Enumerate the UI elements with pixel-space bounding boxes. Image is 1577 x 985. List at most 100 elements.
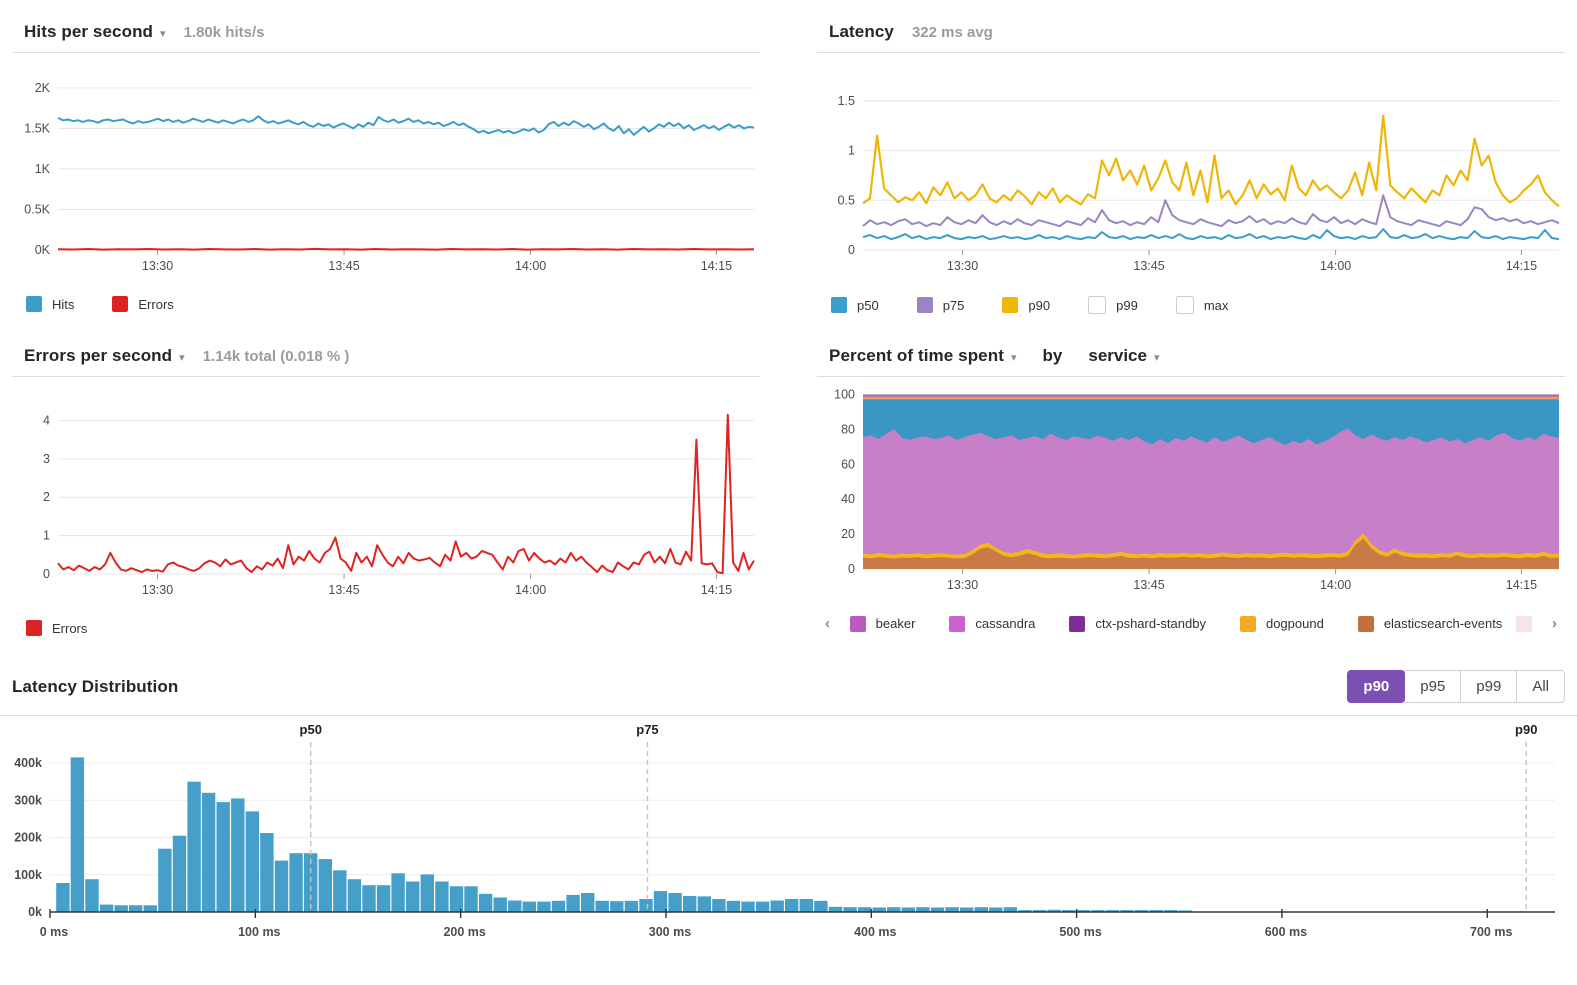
svg-text:13:30: 13:30 xyxy=(947,259,978,273)
legend-swatch xyxy=(1240,616,1256,632)
percentile-button-p95[interactable]: p95 xyxy=(1404,670,1461,703)
chevron-down-icon[interactable]: ▾ xyxy=(179,351,185,364)
legend-label: max xyxy=(1204,298,1229,313)
svg-text:4: 4 xyxy=(43,413,50,427)
legend-swatch xyxy=(26,296,42,312)
legend-label: ctx-pshard-standby xyxy=(1095,616,1206,631)
timespent-title: Percent of time spent xyxy=(829,346,1004,366)
panel-latency: Latency 322 ms avg 1.510.5013:3013:4514:… xyxy=(817,16,1565,314)
timespent-legend: ‹ beaker cassandra ctx-pshard-standby dogpo… xyxy=(817,607,1565,632)
timespent-service-selector[interactable]: service xyxy=(1088,346,1147,366)
svg-text:14:00: 14:00 xyxy=(1320,578,1351,592)
svg-text:300k: 300k xyxy=(14,793,42,807)
latency-subtitle: 322 ms avg xyxy=(912,24,993,41)
svg-text:400k: 400k xyxy=(14,756,42,770)
svg-text:13:45: 13:45 xyxy=(1133,578,1164,592)
timespent-chart[interactable]: 10080604020013:3013:4514:0014:15 xyxy=(817,377,1565,607)
svg-text:100k: 100k xyxy=(14,868,42,882)
svg-text:1.5K: 1.5K xyxy=(24,121,50,135)
legend-item-ctx-pshard-standby[interactable]: ctx-pshard-standby xyxy=(1069,616,1206,632)
legend-item-beaker[interactable]: beaker xyxy=(850,616,916,632)
svg-text:0.5K: 0.5K xyxy=(24,202,50,216)
hits-subtitle: 1.80k hits/s xyxy=(184,24,265,41)
latency-title: Latency xyxy=(829,22,894,42)
svg-text:500 ms: 500 ms xyxy=(1059,925,1101,939)
svg-text:300 ms: 300 ms xyxy=(649,925,691,939)
legend-item-Errors[interactable]: Errors xyxy=(112,296,173,312)
svg-text:13:45: 13:45 xyxy=(328,259,359,273)
legend-item-max[interactable]: max xyxy=(1176,296,1229,314)
legend-swatch xyxy=(1069,616,1085,632)
legend-label: elasticsearch-events xyxy=(1384,616,1503,631)
distribution-header: Latency Distribution p90p95p99All xyxy=(0,664,1577,716)
svg-text:700 ms: 700 ms xyxy=(1470,925,1512,939)
svg-text:40: 40 xyxy=(841,492,855,506)
panel-errors-per-second: Errors per second ▾ 1.14k total (0.018 %… xyxy=(12,340,760,636)
svg-text:100 ms: 100 ms xyxy=(238,925,280,939)
latency-chart[interactable]: 1.510.5013:3013:4514:0014:15 xyxy=(817,53,1565,288)
legend-scroll-right-icon[interactable]: › xyxy=(1546,615,1563,632)
svg-text:14:00: 14:00 xyxy=(515,259,546,273)
section-latency-distribution: Latency Distribution p90p95p99All 400k 30… xyxy=(0,664,1577,961)
svg-text:14:00: 14:00 xyxy=(515,583,546,597)
legend-item-p99[interactable]: p99 xyxy=(1088,296,1138,314)
legend-item-dogpound[interactable]: dogpound xyxy=(1240,616,1324,632)
legend-scroll-left-icon[interactable]: ‹ xyxy=(819,615,836,632)
svg-text:0 ms: 0 ms xyxy=(40,925,69,939)
svg-text:13:30: 13:30 xyxy=(142,583,173,597)
distribution-chart[interactable]: 400k300k200k100k0k0 ms100 ms200 ms300 ms… xyxy=(6,716,1571,961)
svg-text:14:15: 14:15 xyxy=(701,259,732,273)
svg-text:14:15: 14:15 xyxy=(1506,259,1537,273)
svg-text:0: 0 xyxy=(848,562,855,576)
errors-chart[interactable]: 4321013:3013:4514:0014:15 xyxy=(12,377,760,612)
legend-item-p75[interactable]: p75 xyxy=(917,297,965,313)
legend-label: p50 xyxy=(857,298,879,313)
svg-text:200 ms: 200 ms xyxy=(443,925,485,939)
legend-item-elasticsearch-events[interactable]: elasticsearch-events xyxy=(1358,616,1503,632)
errors-subtitle: 1.14k total (0.018 % ) xyxy=(203,348,350,365)
svg-text:14:00: 14:00 xyxy=(1320,259,1351,273)
legend-item-p90[interactable]: p90 xyxy=(1002,297,1050,313)
hits-header: Hits per second ▾ 1.80k hits/s xyxy=(12,16,760,53)
svg-text:2: 2 xyxy=(43,490,50,504)
legend-item-Errors[interactable]: Errors xyxy=(26,620,87,636)
legend-item-Hits[interactable]: Hits xyxy=(26,296,74,312)
percentile-button-all[interactable]: All xyxy=(1516,670,1565,703)
legend-swatch xyxy=(112,296,128,312)
legend-item-p50[interactable]: p50 xyxy=(831,297,879,313)
panel-percent-of-time-spent: Percent of time spent ▾ by service ▾ 100… xyxy=(817,340,1565,632)
percentile-button-p99[interactable]: p99 xyxy=(1460,670,1517,703)
hits-title: Hits per second xyxy=(24,22,153,42)
legend-label: beaker xyxy=(876,616,916,631)
errors-header: Errors per second ▾ 1.14k total (0.018 %… xyxy=(12,340,760,377)
legend-swatch xyxy=(831,297,847,313)
svg-text:400 ms: 400 ms xyxy=(854,925,896,939)
chevron-down-icon[interactable]: ▾ xyxy=(160,27,166,40)
latency-header: Latency 322 ms avg xyxy=(817,16,1565,53)
svg-text:p90: p90 xyxy=(1515,722,1537,737)
timespent-by-label: by xyxy=(1043,346,1063,366)
svg-text:2K: 2K xyxy=(35,81,51,95)
svg-text:20: 20 xyxy=(841,527,855,541)
timespent-header: Percent of time spent ▾ by service ▾ xyxy=(817,340,1565,377)
panel-hits-per-second: Hits per second ▾ 1.80k hits/s 2K1.5K1K0… xyxy=(12,16,760,312)
svg-text:0: 0 xyxy=(43,567,50,581)
percentile-button-p90[interactable]: p90 xyxy=(1347,670,1405,703)
legend-label: cassandra xyxy=(975,616,1035,631)
legend-label: p99 xyxy=(1116,298,1138,313)
legend-overflow-swatch[interactable] xyxy=(1516,616,1532,632)
chevron-down-icon[interactable]: ▾ xyxy=(1154,351,1160,364)
errors-title: Errors per second xyxy=(24,346,172,366)
svg-text:0K: 0K xyxy=(35,243,51,257)
percentile-button-group: p90p95p99All xyxy=(1347,670,1565,703)
hits-chart[interactable]: 2K1.5K1K0.5K0K13:3013:4514:0014:15 xyxy=(12,53,760,288)
legend-item-cassandra[interactable]: cassandra xyxy=(949,616,1035,632)
legend-swatch xyxy=(949,616,965,632)
latency-legend: p50 p75 p90 p99 max xyxy=(817,288,1565,314)
svg-text:14:15: 14:15 xyxy=(1506,578,1537,592)
legend-swatch xyxy=(26,620,42,636)
svg-text:80: 80 xyxy=(841,422,855,436)
chevron-down-icon[interactable]: ▾ xyxy=(1011,351,1017,364)
legend-swatch xyxy=(917,297,933,313)
legend-label: Hits xyxy=(52,297,74,312)
